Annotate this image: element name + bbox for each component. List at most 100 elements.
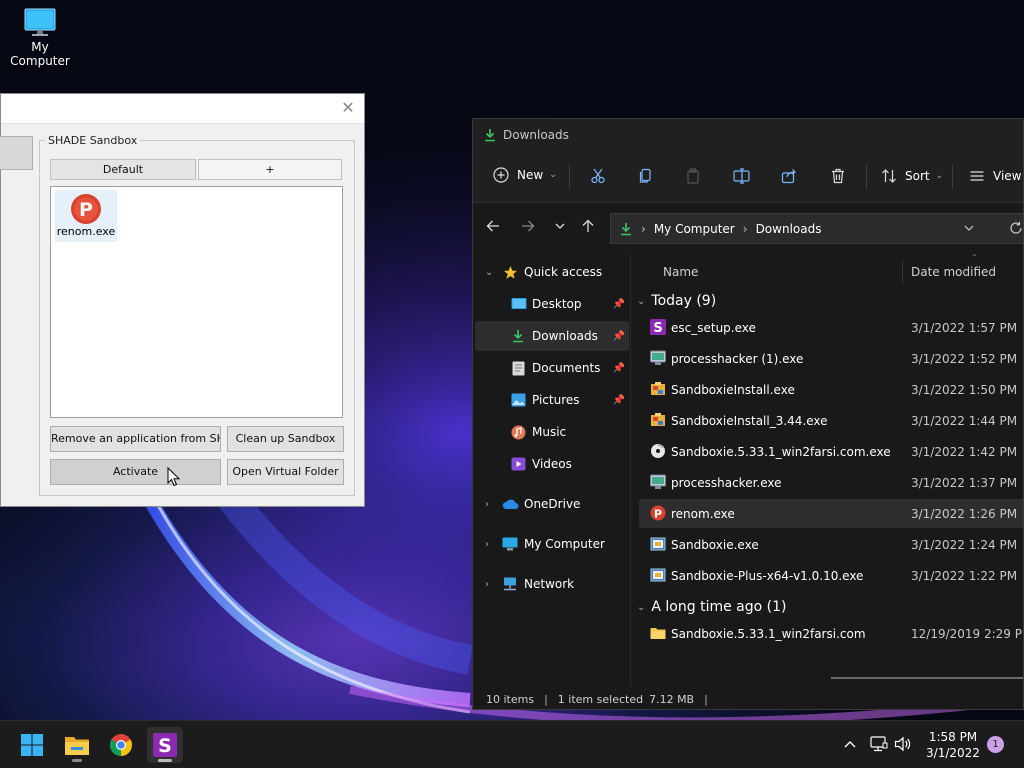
nav-music[interactable]: Music (475, 417, 629, 447)
file-row-selected[interactable]: P renom.exe 3/1/2022 1:26 PM (639, 499, 1023, 528)
file-row[interactable]: processhacker (1).exe 3/1/2022 1:52 PM (639, 344, 1023, 373)
svg-text:S: S (158, 735, 172, 757)
network-wired-icon[interactable] (870, 736, 888, 752)
paste-icon (687, 168, 699, 184)
file-row[interactable]: SandboxieInstall_3.44.exe 3/1/2022 1:44 … (639, 406, 1023, 435)
psiphon-icon: P (71, 194, 101, 224)
navigation-pane: ⌄ Quick access Desktop 📌 Downloads 📌 Doc… (473, 255, 631, 695)
nav-network[interactable]: › Network (475, 569, 629, 599)
volume-icon[interactable] (894, 736, 912, 752)
rename-button[interactable] (733, 168, 751, 184)
chevron-right-icon[interactable]: › (485, 499, 489, 510)
pin-icon[interactable]: 📌 (613, 299, 625, 310)
nav-desktop[interactable]: Desktop 📌 (475, 289, 629, 319)
app-icon (650, 474, 666, 489)
close-icon[interactable]: ✕ (340, 100, 356, 116)
computer-icon (24, 8, 56, 36)
shade-titlebar[interactable]: ✕ (1, 94, 364, 124)
explorer-titlebar[interactable]: Downloads (473, 119, 1023, 151)
file-name: renom.exe (671, 507, 735, 521)
chevron-right-icon[interactable]: › (485, 579, 489, 590)
file-row[interactable]: Sandboxie.5.33.1_win2farsi.com 12/19/201… (639, 619, 1023, 648)
application-list: P renom.exe (50, 186, 343, 418)
paste-button[interactable] (685, 168, 701, 184)
nav-my-computer[interactable]: › My Computer (475, 529, 629, 559)
back-arrow-icon[interactable] (486, 219, 500, 233)
nav-label: Pictures (532, 393, 580, 407)
nav-downloads[interactable]: Downloads 📌 (475, 321, 629, 351)
nav-label: Network (524, 577, 575, 591)
item-count: 10 items (486, 692, 535, 706)
shade-app-icon: S (153, 733, 177, 757)
breadcrumb-my-computer[interactable]: My Computer (654, 222, 735, 236)
file-name: esc_setup.exe (671, 321, 756, 335)
plus-circle-icon (493, 167, 509, 183)
view-button[interactable]: View (969, 168, 1021, 184)
system-clock[interactable]: 1:58 PM 3/1/2022 (920, 729, 986, 761)
share-button[interactable] (781, 168, 797, 184)
open-virtual-folder-button[interactable]: Open Virtual Folder (227, 459, 344, 485)
pin-icon[interactable]: 📌 (613, 331, 625, 342)
nav-pictures[interactable]: Pictures 📌 (475, 385, 629, 415)
taskbar: S 1:58 PM 3/1/2022 1 (0, 720, 1024, 768)
nav-onedrive[interactable]: › OneDrive (475, 489, 629, 519)
tab-default[interactable]: Default (50, 159, 196, 180)
nav-videos[interactable]: Videos (475, 449, 629, 479)
clock-date: 3/1/2022 (926, 746, 980, 760)
chevron-up-icon[interactable] (843, 738, 857, 750)
tab-add[interactable]: + (198, 159, 342, 180)
horizontal-scrollbar[interactable] (831, 677, 1023, 679)
column-divider[interactable] (902, 261, 903, 283)
cut-button[interactable] (590, 168, 606, 184)
breadcrumb-downloads[interactable]: Downloads (756, 222, 822, 236)
view-icon (970, 171, 984, 181)
sort-button[interactable]: Sort ⌄ (881, 168, 943, 184)
forward-arrow-icon[interactable] (521, 219, 535, 233)
nav-label: My Computer (524, 537, 605, 551)
file-row[interactable]: Sandboxie.5.33.1_win2farsi.com.exe 3/1/2… (639, 437, 1023, 466)
group-long-ago[interactable]: ⌄ A long time ago (1) (637, 599, 786, 615)
delete-button[interactable] (830, 168, 846, 184)
notification-badge[interactable]: 1 (987, 736, 1004, 753)
remove-application-button[interactable]: Remove an application from SHADE (50, 426, 221, 452)
activate-button[interactable]: Activate (50, 459, 221, 485)
taskbar-shade[interactable]: S (147, 727, 183, 763)
chevron-down-icon[interactable]: ⌄ (485, 267, 493, 278)
side-button[interactable] (0, 136, 33, 170)
up-arrow-icon[interactable] (581, 219, 595, 233)
file-name: Sandboxie.5.33.1_win2farsi.com (671, 627, 866, 641)
file-name: SandboxieInstall_3.44.exe (671, 414, 828, 428)
new-button[interactable]: New ⌄ (493, 167, 557, 183)
svg-text:P: P (654, 508, 662, 521)
file-row[interactable]: Sandboxie-Plus-x64-v1.0.10.exe 3/1/2022 … (639, 561, 1023, 590)
pin-icon[interactable]: 📌 (613, 363, 625, 374)
clean-up-sandbox-button[interactable]: Clean up Sandbox (227, 426, 344, 452)
pin-icon[interactable]: 📌 (613, 395, 625, 406)
chrome-icon (110, 734, 132, 756)
group-today[interactable]: ⌄ Today (9) (637, 293, 716, 309)
refresh-icon[interactable] (1009, 221, 1023, 235)
address-dropdown-icon[interactable] (963, 222, 975, 234)
scissors-icon (591, 168, 605, 184)
chevron-right-icon[interactable]: › (485, 539, 489, 550)
file-row[interactable]: Sandboxie.exe 3/1/2022 1:24 PM (639, 530, 1023, 559)
chevron-down-icon: ⌄ (637, 601, 646, 613)
column-date-modified[interactable]: Date modified (911, 265, 996, 279)
start-button[interactable] (14, 727, 50, 763)
copy-button[interactable] (638, 168, 654, 184)
app-item-renom[interactable]: P renom.exe (55, 190, 117, 242)
taskbar-chrome[interactable] (103, 727, 139, 763)
nav-documents[interactable]: Documents 📌 (475, 353, 629, 383)
file-row[interactable]: processhacker.exe 3/1/2022 1:37 PM (639, 468, 1023, 497)
taskbar-file-explorer[interactable] (59, 727, 95, 763)
recent-locations-chevron-icon[interactable] (554, 219, 566, 233)
address-bar[interactable]: › My Computer › Downloads (610, 213, 1023, 244)
file-row[interactable]: S esc_setup.exe 3/1/2022 1:57 PM (639, 313, 1023, 342)
column-name[interactable]: Name (663, 265, 698, 279)
chevron-down-icon: ⌄ (549, 170, 557, 180)
desktop-icon-my-computer[interactable]: My Computer (2, 8, 78, 68)
nav-quick-access[interactable]: ⌄ Quick access (475, 257, 629, 287)
command-bar: New ⌄ Sort ⌄ View (473, 151, 1023, 203)
file-date: 3/1/2022 1:52 PM (911, 352, 1018, 366)
file-row[interactable]: SandboxieInstall.exe 3/1/2022 1:50 PM (639, 375, 1023, 404)
